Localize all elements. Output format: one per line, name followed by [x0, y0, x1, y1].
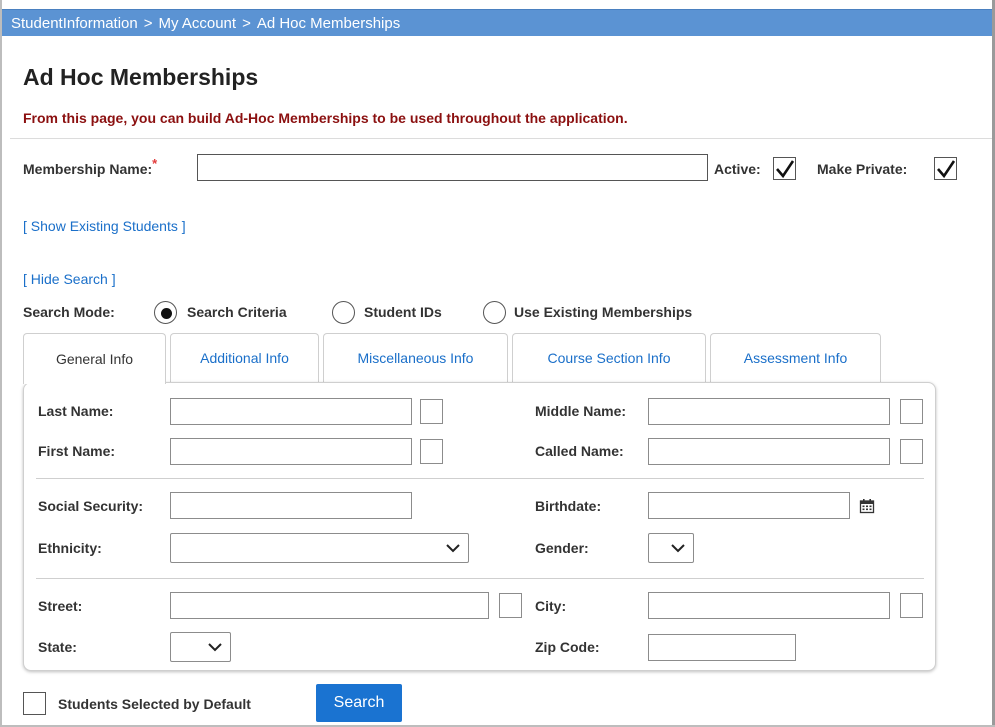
last-name-input[interactable]: [170, 398, 412, 425]
zip-code-input[interactable]: [648, 634, 796, 661]
ethnicity-select[interactable]: [170, 533, 469, 563]
make-private-checkbox[interactable]: [934, 157, 957, 180]
tab-additional-info[interactable]: Additional Info: [170, 333, 319, 382]
breadcrumb-separator: >: [242, 15, 251, 32]
gender-label: Gender:: [535, 540, 589, 556]
radio-search-criteria-label[interactable]: Search Criteria: [187, 304, 287, 320]
breadcrumb-separator: >: [143, 15, 153, 32]
radio-student-ids[interactable]: [332, 301, 355, 324]
required-marker: *: [152, 156, 158, 171]
state-label: State:: [38, 639, 77, 655]
check-icon: [936, 159, 955, 178]
search-mode-label: Search Mode:: [23, 304, 115, 320]
state-select[interactable]: [170, 632, 231, 662]
chevron-down-icon: [671, 544, 685, 553]
check-icon: [775, 159, 794, 178]
ethnicity-label: Ethnicity:: [38, 540, 102, 556]
divider: [10, 138, 992, 139]
first-name-option-box[interactable]: [420, 439, 443, 464]
breadcrumb-item-student-information[interactable]: StudentInformation: [11, 15, 138, 32]
breadcrumb-item-ad-hoc-memberships: Ad Hoc Memberships: [256, 15, 401, 32]
social-security-label: Social Security:: [38, 498, 144, 514]
students-selected-by-default-checkbox[interactable]: [23, 692, 46, 715]
tab-general-info[interactable]: General Info: [23, 333, 166, 384]
middle-name-option-box[interactable]: [900, 399, 923, 424]
window-frame-left: [0, 0, 2, 727]
last-name-option-box[interactable]: [420, 399, 443, 424]
hide-search-link[interactable]: [ Hide Search ]: [23, 271, 116, 287]
active-label: Active:: [714, 161, 761, 177]
middle-name-input[interactable]: [648, 398, 890, 425]
section-divider: [36, 478, 924, 479]
tab-course-section-info[interactable]: Course Section Info: [512, 333, 706, 382]
called-name-input[interactable]: [648, 438, 890, 465]
birthdate-input[interactable]: [648, 492, 850, 519]
section-divider: [36, 578, 924, 579]
last-name-label: Last Name:: [38, 403, 114, 419]
search-button[interactable]: Search: [316, 684, 402, 722]
page-title: Ad Hoc Memberships: [23, 64, 259, 90]
called-name-label: Called Name:: [535, 443, 624, 459]
radio-search-criteria[interactable]: [154, 301, 177, 324]
street-option-box[interactable]: [499, 593, 522, 618]
city-option-box[interactable]: [900, 593, 923, 618]
breadcrumb-item-my-account[interactable]: My Account: [159, 15, 237, 32]
called-name-option-box[interactable]: [900, 439, 923, 464]
city-label: City:: [535, 598, 567, 614]
chevron-down-icon: [446, 544, 460, 553]
membership-name-label: Membership Name:*: [23, 156, 158, 177]
membership-name-input[interactable]: [197, 154, 708, 181]
breadcrumb: StudentInformation > My Account > Ad Hoc Mem…: [2, 9, 992, 36]
radio-use-existing-memberships-label[interactable]: Use Existing Memberships: [514, 304, 692, 320]
calendar-icon[interactable]: [855, 494, 879, 518]
show-existing-students-link[interactable]: [ Show Existing Students ]: [23, 218, 186, 234]
general-info-panel: [23, 382, 936, 671]
zip-code-label: Zip Code:: [535, 639, 600, 655]
street-label: Street:: [38, 598, 83, 614]
page-intro: From this page, you can build Ad-Hoc Mem…: [23, 110, 628, 126]
tab-assessment-info[interactable]: Assessment Info: [710, 333, 881, 382]
street-input[interactable]: [170, 592, 489, 619]
gender-select[interactable]: [648, 533, 694, 563]
radio-student-ids-label[interactable]: Student IDs: [364, 304, 442, 320]
middle-name-label: Middle Name:: [535, 403, 627, 419]
city-input[interactable]: [648, 592, 890, 619]
first-name-input[interactable]: [170, 438, 412, 465]
active-checkbox[interactable]: [773, 157, 796, 180]
students-selected-by-default-label[interactable]: Students Selected by Default: [58, 696, 251, 712]
tab-miscellaneous-info[interactable]: Miscellaneous Info: [323, 333, 508, 382]
chevron-down-icon: [208, 643, 222, 652]
first-name-label: First Name:: [38, 443, 116, 459]
birthdate-label: Birthdate:: [535, 498, 602, 514]
make-private-label: Make Private:: [817, 161, 908, 177]
social-security-input[interactable]: [170, 492, 412, 519]
radio-use-existing-memberships[interactable]: [483, 301, 506, 324]
